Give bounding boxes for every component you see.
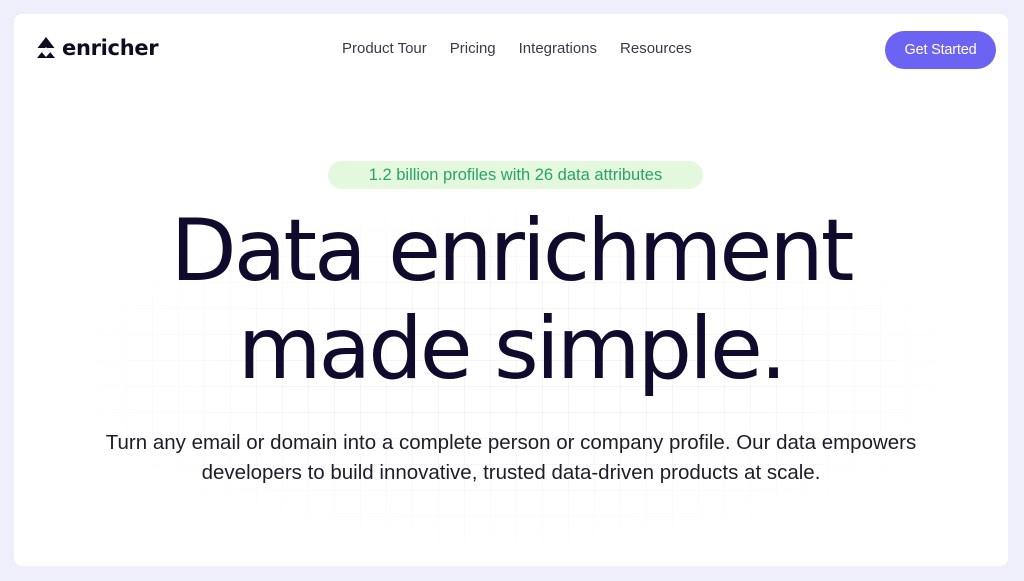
subtext-line-1: Turn any email or domain into a complete…	[105, 431, 917, 454]
hero-subtext: Turn any email or domain into a complete…	[54, 428, 968, 488]
nav-integrations[interactable]: Integrations	[519, 40, 597, 57]
headline-line-1: Data enrichment	[170, 201, 854, 301]
brand-name: enricher	[62, 36, 159, 60]
main-nav: Product Tour Pricing Integrations Resour…	[342, 40, 692, 57]
get-started-button[interactable]: Get Started	[885, 31, 996, 69]
mountain-icon	[37, 37, 55, 58]
nav-product-tour[interactable]: Product Tour	[342, 40, 427, 57]
nav-pricing[interactable]: Pricing	[450, 40, 496, 57]
subtext-line-2: developers to build innovative, trusted …	[201, 461, 821, 484]
brand-logo[interactable]: enricher	[36, 36, 159, 60]
navbar: enricher Product Tour Pricing Integratio…	[14, 14, 1008, 86]
nav-resources[interactable]: Resources	[620, 40, 692, 57]
stats-badge: 1.2 billion profiles with 26 data attrib…	[328, 161, 703, 189]
headline-line-2: made simple.	[237, 299, 788, 399]
hero-headline: Data enrichment made simple.	[14, 202, 1008, 398]
landing-page: enricher Product Tour Pricing Integratio…	[14, 14, 1008, 566]
